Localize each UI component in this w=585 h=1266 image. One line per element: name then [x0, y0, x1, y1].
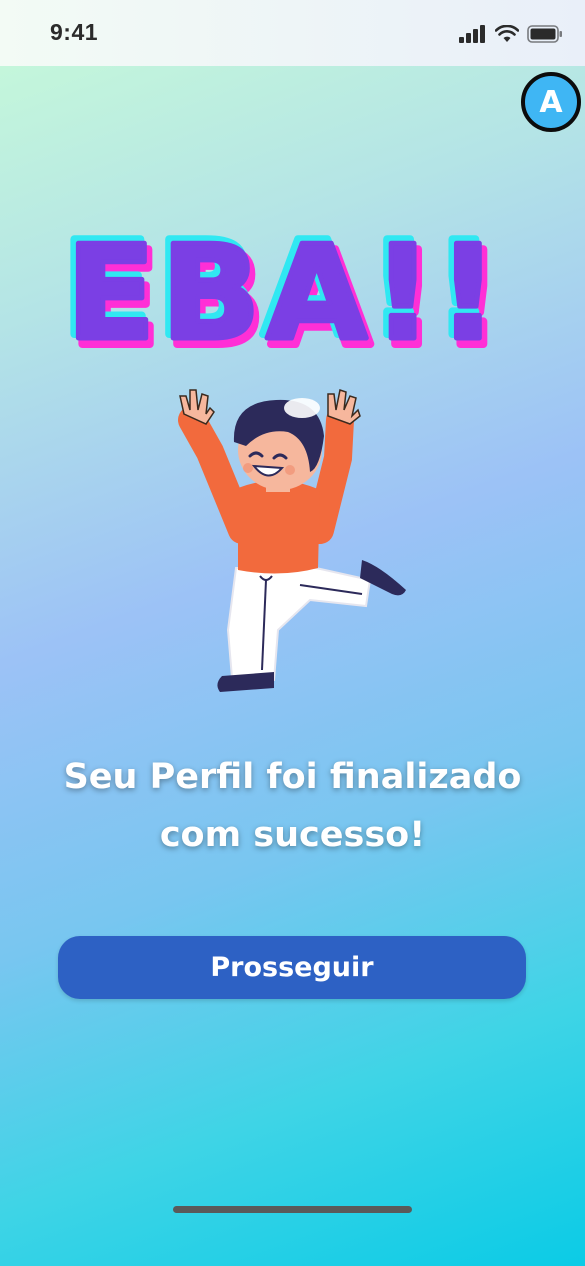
wifi-icon	[495, 25, 519, 42]
status-icons	[459, 24, 563, 44]
status-time: 9:41	[50, 19, 99, 45]
screen: 9:41 A EBA!! EBA!! EBA!! Seu Perfil foi …	[0, 0, 585, 1266]
home-indicator	[173, 1206, 412, 1213]
proceed-button[interactable]: Prosseguir	[58, 936, 526, 999]
headline-text: EBA!!	[66, 228, 503, 358]
battery-icon	[527, 25, 562, 43]
celebration-illustration	[178, 389, 406, 692]
signal-icon	[459, 25, 485, 43]
status-bar: 9:41	[0, 0, 585, 66]
success-message-line1: Seu Perfil foi finalizado	[63, 757, 522, 797]
success-message: Seu Perfil foi finalizado com sucesso!	[20, 748, 565, 864]
success-message-line2: com sucesso!	[159, 815, 426, 855]
avatar[interactable]: A	[521, 72, 581, 132]
headline-eba: EBA!! EBA!! EBA!!	[60, 228, 506, 358]
avatar-letter: A	[539, 84, 563, 120]
